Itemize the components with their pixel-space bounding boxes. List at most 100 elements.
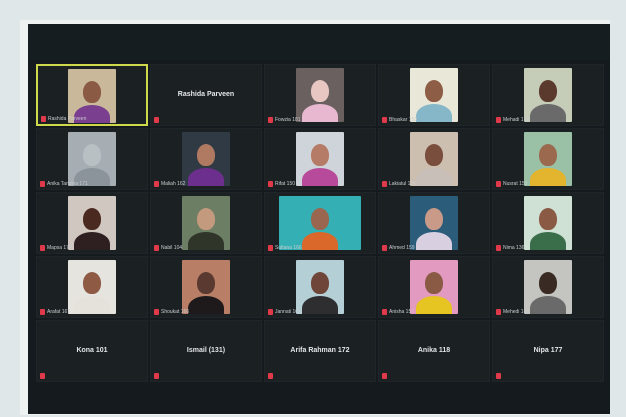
person-head — [197, 272, 215, 294]
participant-tile[interactable]: Nabil 104 — [150, 192, 262, 254]
participant-label — [382, 373, 387, 379]
participant-tile[interactable]: Anisha 157 — [378, 256, 490, 318]
mic-muted-icon — [154, 373, 159, 379]
participant-tile[interactable]: Jannati 161 — [264, 256, 376, 318]
participant-label: Mapsa 174 — [40, 245, 72, 251]
participant-tile[interactable]: Bhaskar 153 — [378, 64, 490, 126]
participant-tile[interactable]: Anika 118 — [378, 320, 490, 382]
person-head — [311, 80, 329, 102]
person-head — [539, 80, 557, 102]
participant-name: Nipa 177 — [533, 347, 563, 354]
person-body — [530, 104, 566, 122]
person-body — [416, 168, 452, 186]
participant-tile[interactable]: Ismail (131) — [150, 320, 262, 382]
participant-name: Maliah 162 — [161, 181, 186, 187]
participant-tile[interactable]: Fowzia 181 — [264, 64, 376, 126]
person-body — [416, 296, 452, 314]
participant-name: Anika 118 — [417, 347, 451, 354]
participant-tile[interactable]: Arafat 167 — [36, 256, 148, 318]
participant-name: Ahmed 159 — [389, 245, 415, 251]
person-head — [425, 80, 443, 102]
participant-name: Arifa Rahman 172 — [290, 347, 350, 354]
participant-tile[interactable]: Maliah 162 — [150, 128, 262, 190]
participant-label: Mehedi 165 — [496, 309, 529, 315]
participant-video — [410, 68, 458, 122]
mic-muted-icon — [40, 181, 45, 187]
participant-tile[interactable]: Mehadi 173 — [492, 64, 604, 126]
participant-label: Nabil 104 — [154, 245, 182, 251]
participant-label: Nusrat 153 — [496, 181, 527, 187]
participant-video — [524, 132, 572, 186]
participant-name: Nusrat 153 — [503, 181, 528, 187]
person-head — [197, 144, 215, 166]
participant-tile[interactable]: Mehedi 165 — [492, 256, 604, 318]
mic-muted-icon — [154, 245, 159, 251]
person-body — [530, 232, 566, 250]
participant-name: Bhaskar 153 — [389, 117, 418, 123]
meeting-window: Rashida Parveen Rashida Parveen Fowzia 181… — [28, 24, 610, 414]
participant-name: Mehedi 165 — [503, 309, 530, 315]
person-head — [83, 81, 101, 103]
person-body — [188, 232, 224, 250]
participant-tile[interactable]: Sultana 166 — [264, 192, 376, 254]
participant-name: Nima 136 — [503, 245, 525, 251]
mic-muted-icon — [268, 309, 273, 315]
person-body — [188, 296, 224, 314]
participant-label — [268, 373, 273, 379]
person-body — [416, 232, 452, 250]
person-body — [530, 296, 566, 314]
mic-muted-icon — [382, 309, 387, 315]
mic-muted-icon — [382, 181, 387, 187]
participant-tile[interactable]: Rashida Parveen — [150, 64, 262, 126]
mic-muted-icon — [382, 117, 387, 123]
participant-tile[interactable]: Rifat 150 — [264, 128, 376, 190]
participant-grid: Rashida Parveen Rashida Parveen Fowzia 181… — [36, 64, 604, 382]
participant-label: Rifat 150 — [268, 181, 295, 187]
mic-muted-icon — [496, 181, 501, 187]
participant-tile[interactable]: Ahmed 159 — [378, 192, 490, 254]
person-head — [425, 144, 443, 166]
participant-tile[interactable]: Nipa 177 — [492, 320, 604, 382]
participant-video — [68, 196, 116, 250]
participant-video — [410, 196, 458, 250]
participant-tile[interactable]: Lakiatul 156 — [378, 128, 490, 190]
person-head — [425, 208, 443, 230]
participant-name: Nabil 104 — [161, 245, 183, 251]
participant-label: Sultana 166 — [268, 245, 302, 251]
person-head — [311, 272, 329, 294]
mic-muted-icon — [268, 245, 273, 251]
participant-video — [182, 196, 230, 250]
participant-label — [154, 117, 159, 123]
participant-label: Ahmed 159 — [382, 245, 415, 251]
mic-muted-icon — [496, 245, 501, 251]
person-head — [539, 272, 557, 294]
participant-video — [68, 69, 116, 123]
participant-tile[interactable]: Rashida Parveen — [36, 64, 148, 126]
person-body — [302, 104, 338, 122]
participant-video — [296, 68, 344, 122]
participant-name: Fowzia 181 — [275, 117, 301, 123]
participant-label: Mehadi 173 — [496, 117, 529, 123]
participant-video — [296, 260, 344, 314]
mic-muted-icon — [40, 309, 45, 315]
mic-muted-icon — [40, 245, 45, 251]
participant-name: Arafat 167 — [47, 309, 71, 315]
participant-tile[interactable]: Shoukat 166 — [150, 256, 262, 318]
person-head — [311, 144, 329, 166]
mic-muted-icon — [40, 373, 45, 379]
participant-name: Rashida Parveen — [177, 91, 235, 98]
participant-tile[interactable]: Nusrat 153 — [492, 128, 604, 190]
participant-tile[interactable]: Mapsa 174 — [36, 192, 148, 254]
participant-tile[interactable]: Nima 136 — [492, 192, 604, 254]
mic-muted-icon — [496, 373, 501, 379]
participant-video — [182, 260, 230, 314]
participant-label: Jannati 161 — [268, 309, 301, 315]
mic-muted-icon — [496, 309, 501, 315]
participant-tile[interactable]: Arifa Rahman 172 — [264, 320, 376, 382]
participant-name: Jannati 161 — [275, 309, 301, 315]
participant-tile[interactable]: Anika Tanzina 171 — [36, 128, 148, 190]
participant-label — [40, 373, 45, 379]
person-body — [74, 296, 110, 314]
mic-muted-icon — [268, 117, 273, 123]
participant-tile[interactable]: Kona 101 — [36, 320, 148, 382]
